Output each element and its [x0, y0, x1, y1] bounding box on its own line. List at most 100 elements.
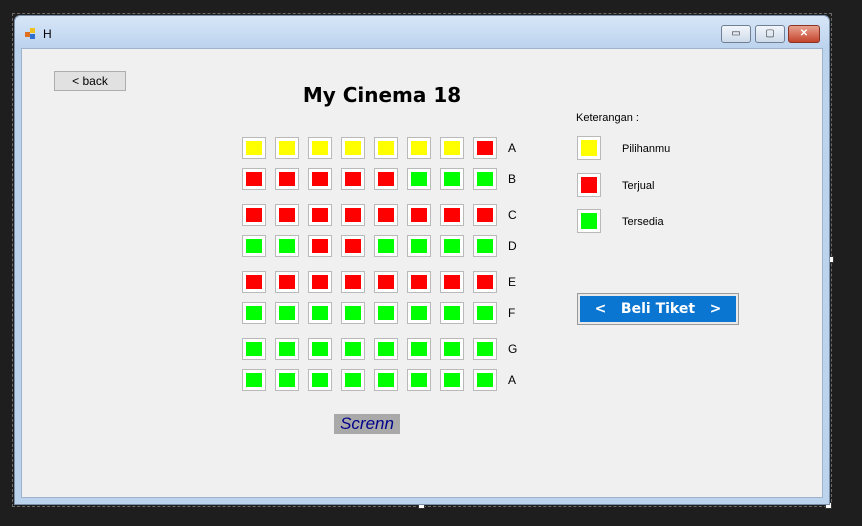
seat-selected[interactable] — [374, 137, 398, 159]
buy-ticket-button[interactable]: < Beli Tiket > — [577, 293, 739, 325]
seat-selected[interactable] — [242, 137, 266, 159]
row-label: B — [508, 172, 517, 186]
seat-available[interactable] — [440, 338, 464, 360]
close-button[interactable]: ✕ — [788, 25, 820, 43]
seat-color — [279, 172, 295, 186]
seat-sold[interactable] — [242, 204, 266, 226]
maximize-button[interactable]: ▢ — [755, 25, 785, 43]
seat-available[interactable] — [407, 302, 431, 324]
seat-available[interactable] — [242, 338, 266, 360]
seat-color — [378, 141, 394, 155]
seat-color — [246, 208, 262, 222]
seat-available[interactable] — [308, 338, 332, 360]
seat-selected[interactable] — [275, 137, 299, 159]
seat-sold[interactable] — [275, 204, 299, 226]
seat-available[interactable] — [473, 168, 497, 190]
seat-available[interactable] — [374, 338, 398, 360]
seat-color — [312, 239, 328, 253]
seat-sold[interactable] — [242, 271, 266, 293]
seat-available[interactable] — [374, 235, 398, 257]
seat-color — [411, 239, 427, 253]
seat-sold[interactable] — [341, 204, 365, 226]
seat-available[interactable] — [308, 369, 332, 391]
seat-sold[interactable] — [407, 271, 431, 293]
seat-color — [444, 373, 460, 387]
seat-available[interactable] — [440, 302, 464, 324]
back-button[interactable]: < back — [54, 71, 126, 91]
seat-color — [477, 306, 493, 320]
seat-sold[interactable] — [308, 204, 332, 226]
minimize-button[interactable]: ▭ — [721, 25, 751, 43]
seat-sold[interactable] — [341, 271, 365, 293]
seat-selected[interactable] — [308, 137, 332, 159]
legend-available-color — [581, 213, 597, 229]
seat-selected[interactable] — [440, 137, 464, 159]
seat-available[interactable] — [407, 168, 431, 190]
seat-available[interactable] — [242, 235, 266, 257]
seat-sold[interactable] — [374, 204, 398, 226]
seat-available[interactable] — [473, 235, 497, 257]
row-label: E — [508, 275, 517, 289]
seat-color — [378, 172, 394, 186]
seat-sold[interactable] — [473, 271, 497, 293]
seat-available[interactable] — [341, 338, 365, 360]
seat-color — [279, 373, 295, 387]
seat-color — [279, 342, 295, 356]
row-label: A — [508, 373, 517, 387]
row-label: F — [508, 306, 516, 320]
seat-sold[interactable] — [308, 235, 332, 257]
legend-sold-label: Terjual — [622, 180, 655, 192]
seat-available[interactable] — [407, 369, 431, 391]
seat-color — [477, 208, 493, 222]
seat-available[interactable] — [440, 369, 464, 391]
seat-available[interactable] — [341, 302, 365, 324]
seat-available[interactable] — [440, 168, 464, 190]
seat-sold[interactable] — [242, 168, 266, 190]
seat-available[interactable] — [275, 235, 299, 257]
seat-available[interactable] — [440, 235, 464, 257]
form-client-area: < back My Cinema 18 A B C D E F G A Screnn Kete… — [21, 48, 823, 498]
seat-color — [411, 141, 427, 155]
title-bar[interactable]: H ▭ ▢ ✕ — [15, 16, 829, 48]
seat-sold[interactable] — [308, 271, 332, 293]
app-icon — [25, 28, 37, 40]
page-title: My Cinema 18 — [302, 83, 462, 107]
seat-sold[interactable] — [374, 271, 398, 293]
seat-color — [444, 306, 460, 320]
seat-sold[interactable] — [275, 271, 299, 293]
seat-sold[interactable] — [440, 204, 464, 226]
seat-color — [378, 239, 394, 253]
seat-available[interactable] — [473, 302, 497, 324]
seat-selected[interactable] — [407, 137, 431, 159]
seat-sold[interactable] — [473, 204, 497, 226]
seat-color — [477, 342, 493, 356]
seat-available[interactable] — [275, 302, 299, 324]
seat-available[interactable] — [407, 338, 431, 360]
seat-available[interactable] — [473, 338, 497, 360]
seat-available[interactable] — [275, 369, 299, 391]
seat-sold[interactable] — [440, 271, 464, 293]
seat-sold[interactable] — [308, 168, 332, 190]
seat-sold[interactable] — [473, 137, 497, 159]
seat-available[interactable] — [407, 235, 431, 257]
seat-available[interactable] — [341, 369, 365, 391]
seat-available[interactable] — [242, 369, 266, 391]
seat-available[interactable] — [374, 302, 398, 324]
seat-sold[interactable] — [341, 235, 365, 257]
legend-selected-color — [581, 140, 597, 156]
seat-color — [411, 275, 427, 289]
seat-available[interactable] — [473, 369, 497, 391]
seat-color — [477, 141, 493, 155]
seat-sold[interactable] — [275, 168, 299, 190]
seat-available[interactable] — [308, 302, 332, 324]
seat-available[interactable] — [242, 302, 266, 324]
seat-available[interactable] — [374, 369, 398, 391]
seat-sold[interactable] — [341, 168, 365, 190]
seat-selected[interactable] — [341, 137, 365, 159]
seat-sold[interactable] — [407, 204, 431, 226]
seat-color — [279, 306, 295, 320]
seat-color — [378, 373, 394, 387]
seat-available[interactable] — [275, 338, 299, 360]
legend-available-label: Tersedia — [622, 216, 664, 228]
seat-sold[interactable] — [374, 168, 398, 190]
